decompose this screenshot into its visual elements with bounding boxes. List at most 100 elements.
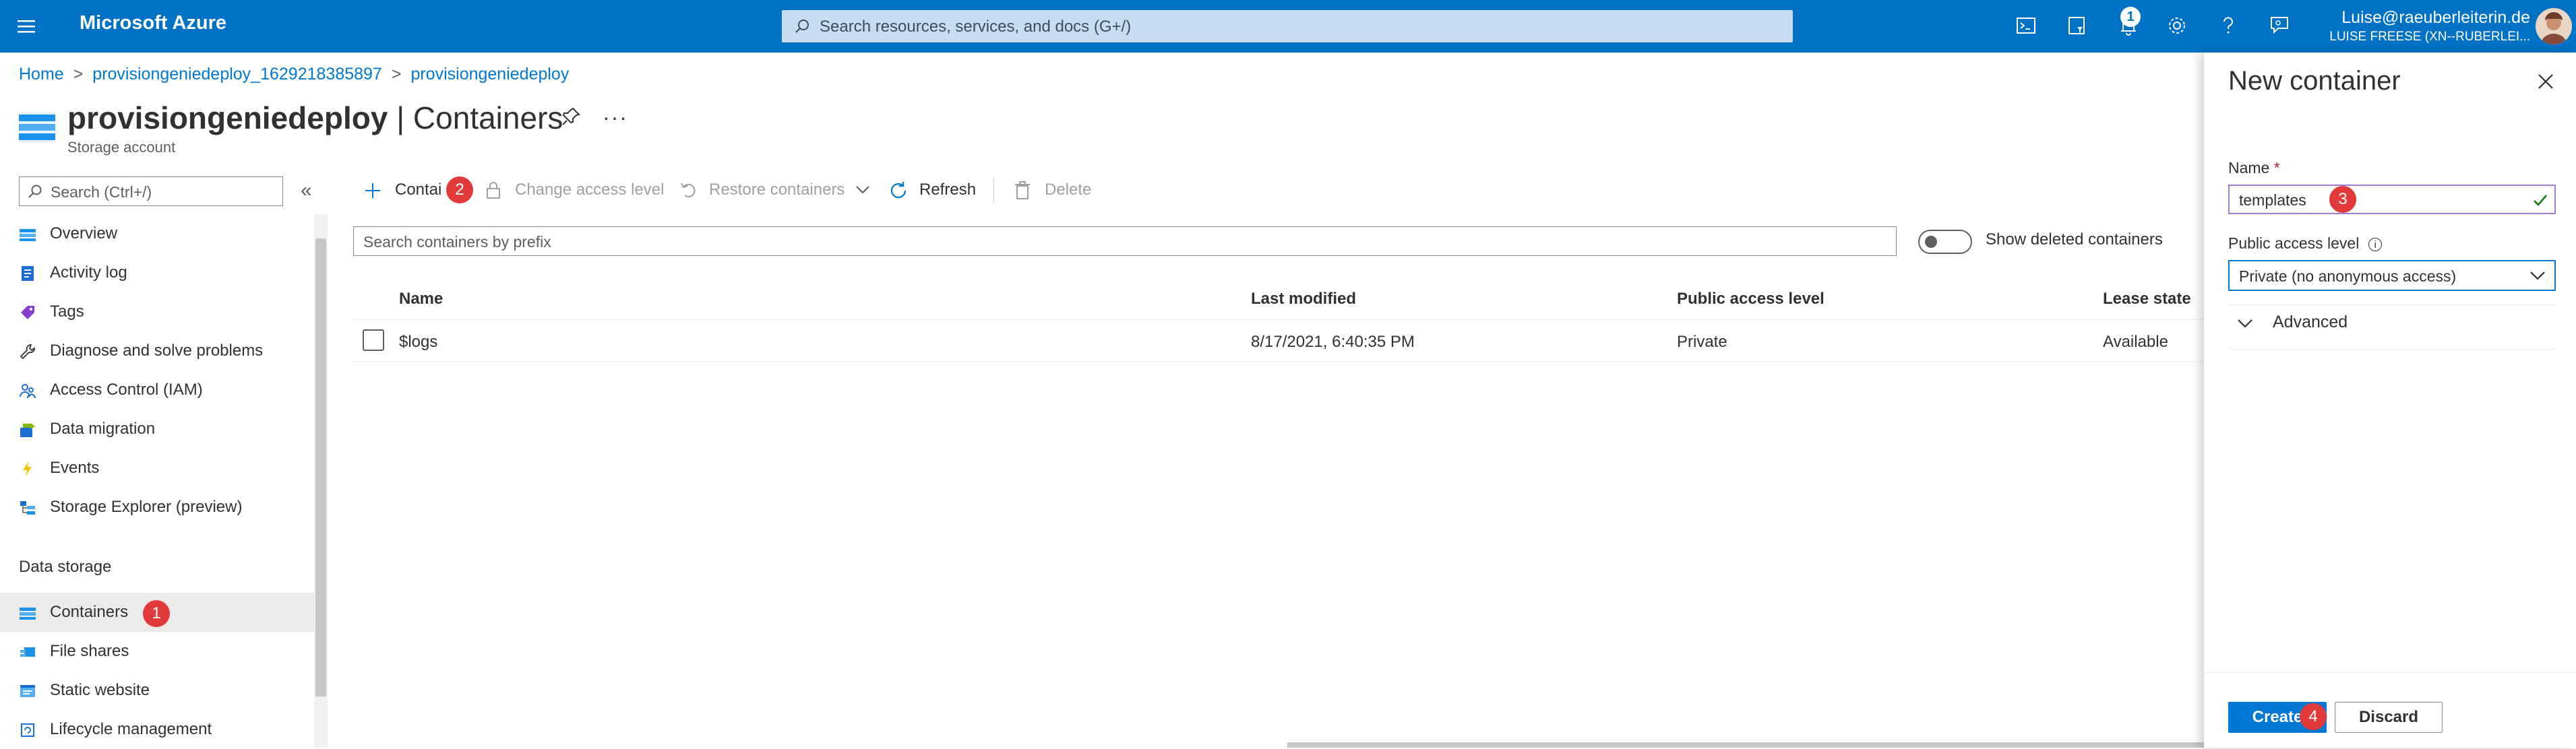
row-name[interactable]: $logs: [399, 333, 437, 352]
brand-title[interactable]: Microsoft Azure: [80, 12, 226, 34]
chevron-down-icon: [856, 186, 869, 194]
nav-item-label: Tags: [50, 302, 84, 321]
row-divider: [353, 361, 2204, 362]
notification-count-badge: 1: [2120, 7, 2141, 27]
nav-scrollbar-thumb[interactable]: [315, 238, 326, 696]
avatar[interactable]: [2536, 8, 2572, 44]
toggle-knob: [1925, 236, 1937, 248]
left-nav: Overview Activity log Tags Diagnose and …: [0, 214, 314, 748]
container-search-input[interactable]: Search containers by prefix: [353, 226, 1897, 256]
access-level-value: Private (no anonymous access): [2239, 267, 2457, 285]
row-last-modified: 8/17/2021, 6:40:35 PM: [1251, 333, 1415, 351]
nav-item-diagnose[interactable]: Diagnose and solve problems: [0, 331, 314, 370]
horizontal-scrollbar[interactable]: [1287, 742, 2204, 748]
tag-icon: [21, 306, 34, 319]
lock-icon: [487, 182, 500, 199]
page-title-resource: provisiongeniedeploy: [67, 100, 388, 135]
settings-icon[interactable]: [2164, 12, 2190, 39]
nav-item-label: Storage Explorer (preview): [50, 498, 243, 516]
nav-item-file-shares[interactable]: File shares: [0, 632, 314, 671]
cloud-shell-icon[interactable]: [2013, 12, 2040, 39]
access-level-label: Public access level i: [2228, 234, 2383, 253]
breadcrumb-storage-account[interactable]: provisiongeniedeploy: [410, 65, 569, 84]
user-tenant[interactable]: LUISE FREESE (XN--RUBERLEI...: [2329, 30, 2530, 44]
checkmark-icon: [2534, 195, 2547, 206]
nav-item-label: Static website: [50, 681, 150, 699]
search-placeholder: Search resources, services, and docs (G+…: [820, 18, 1132, 36]
access-level-select[interactable]: Private (no anonymous access): [2228, 260, 2556, 291]
info-icon[interactable]: i: [2368, 237, 2383, 251]
pin-icon[interactable]: [561, 106, 581, 127]
column-header-name[interactable]: Name: [399, 290, 443, 308]
nav-item-tags[interactable]: Tags: [0, 292, 314, 331]
search-icon: [28, 185, 42, 198]
nav-item-activity-log[interactable]: Activity log: [0, 253, 314, 292]
activity-log-icon: [22, 266, 34, 281]
breadcrumb-resource-group[interactable]: provisiongeniedeploy_1629218385897: [92, 65, 382, 84]
nav-scrollbar[interactable]: [314, 214, 328, 748]
feedback-icon[interactable]: [2266, 12, 2293, 39]
chevron-down-icon: [2238, 319, 2252, 328]
people-icon: [20, 384, 36, 399]
step-badge-2: 2: [446, 176, 473, 203]
user-email[interactable]: Luise@raeuberleiterin.de: [2341, 8, 2530, 28]
page-title-section: | Containers: [388, 100, 563, 135]
toolbar-divider: [993, 178, 994, 202]
nav-item-overview[interactable]: Overview: [0, 214, 314, 253]
nav-item-label: Events: [50, 459, 100, 477]
row-lease-state: Available: [2103, 333, 2168, 351]
global-search-input[interactable]: Search resources, services, and docs (G+…: [782, 10, 1793, 42]
container-name-value: templates: [2239, 191, 2306, 209]
nav-item-label: Activity log: [50, 263, 127, 282]
breadcrumb: Home > provisiongeniedeploy_1629218385897 >…: [19, 65, 570, 84]
containers-icon: [20, 608, 36, 620]
row-checkbox[interactable]: [363, 329, 384, 351]
advanced-label: Advanced: [2273, 313, 2348, 331]
nav-item-data-migration[interactable]: Data migration: [0, 410, 314, 449]
nav-item-iam[interactable]: Access Control (IAM): [0, 370, 314, 410]
nav-item-label: Access Control (IAM): [50, 381, 203, 399]
new-container-panel: New container Name * templates 3 Public …: [2204, 53, 2576, 748]
trash-icon: [1015, 181, 1030, 199]
advanced-top-divider: [2228, 304, 2556, 305]
discard-button[interactable]: Discard: [2335, 702, 2443, 733]
delete-label: Delete: [1045, 181, 1092, 199]
nav-search-placeholder: Search (Ctrl+/): [51, 183, 152, 201]
nav-item-label: Lifecycle management: [50, 720, 212, 738]
refresh-label: Refresh: [919, 181, 977, 199]
required-marker: *: [2273, 159, 2280, 176]
menu-icon[interactable]: [15, 15, 38, 38]
chevron-down-icon: [2530, 271, 2545, 280]
nav-item-events[interactable]: Events: [0, 449, 314, 488]
directory-filter-icon[interactable]: [2064, 12, 2091, 39]
row-access-level: Private: [1677, 333, 1727, 351]
overview-icon: [20, 229, 36, 241]
column-header-lease-state[interactable]: Lease state: [2103, 290, 2191, 308]
column-header-last-modified[interactable]: Last modified: [1251, 290, 1356, 308]
change-access-label: Change access level: [515, 181, 665, 199]
advanced-bottom-divider: [2228, 349, 2556, 350]
collapse-menu-icon[interactable]: «: [301, 179, 312, 202]
panel-title: New container: [2228, 66, 2401, 96]
column-header-access-level[interactable]: Public access level: [1677, 290, 1824, 308]
page-subtitle: Storage account: [67, 139, 176, 156]
nav-item-label: Diagnose and solve problems: [50, 341, 264, 360]
more-options-icon[interactable]: ···: [603, 105, 628, 130]
nav-item-label: Data migration: [50, 420, 156, 438]
nav-item-label: Containers: [50, 603, 129, 621]
breadcrumb-home[interactable]: Home: [19, 65, 64, 84]
close-icon[interactable]: [2536, 71, 2556, 92]
lifecycle-icon: [21, 723, 34, 737]
nav-item-static-website[interactable]: Static website: [0, 671, 314, 710]
restore-containers-label: Restore containers: [709, 181, 845, 199]
nav-item-lifecycle[interactable]: Lifecycle management: [0, 710, 314, 749]
container-name-field[interactable]: templates: [2228, 185, 2556, 214]
nav-search-input[interactable]: Search (Ctrl+/): [19, 176, 283, 206]
name-field-label: Name *: [2228, 159, 2280, 176]
panel-footer-divider: [2204, 672, 2576, 673]
step-badge-4: 4: [2300, 703, 2327, 730]
header-divider: [353, 319, 2204, 320]
show-deleted-toggle[interactable]: [1918, 230, 1972, 254]
nav-item-storage-explorer[interactable]: Storage Explorer (preview): [0, 488, 314, 527]
help-icon[interactable]: [2215, 12, 2242, 39]
